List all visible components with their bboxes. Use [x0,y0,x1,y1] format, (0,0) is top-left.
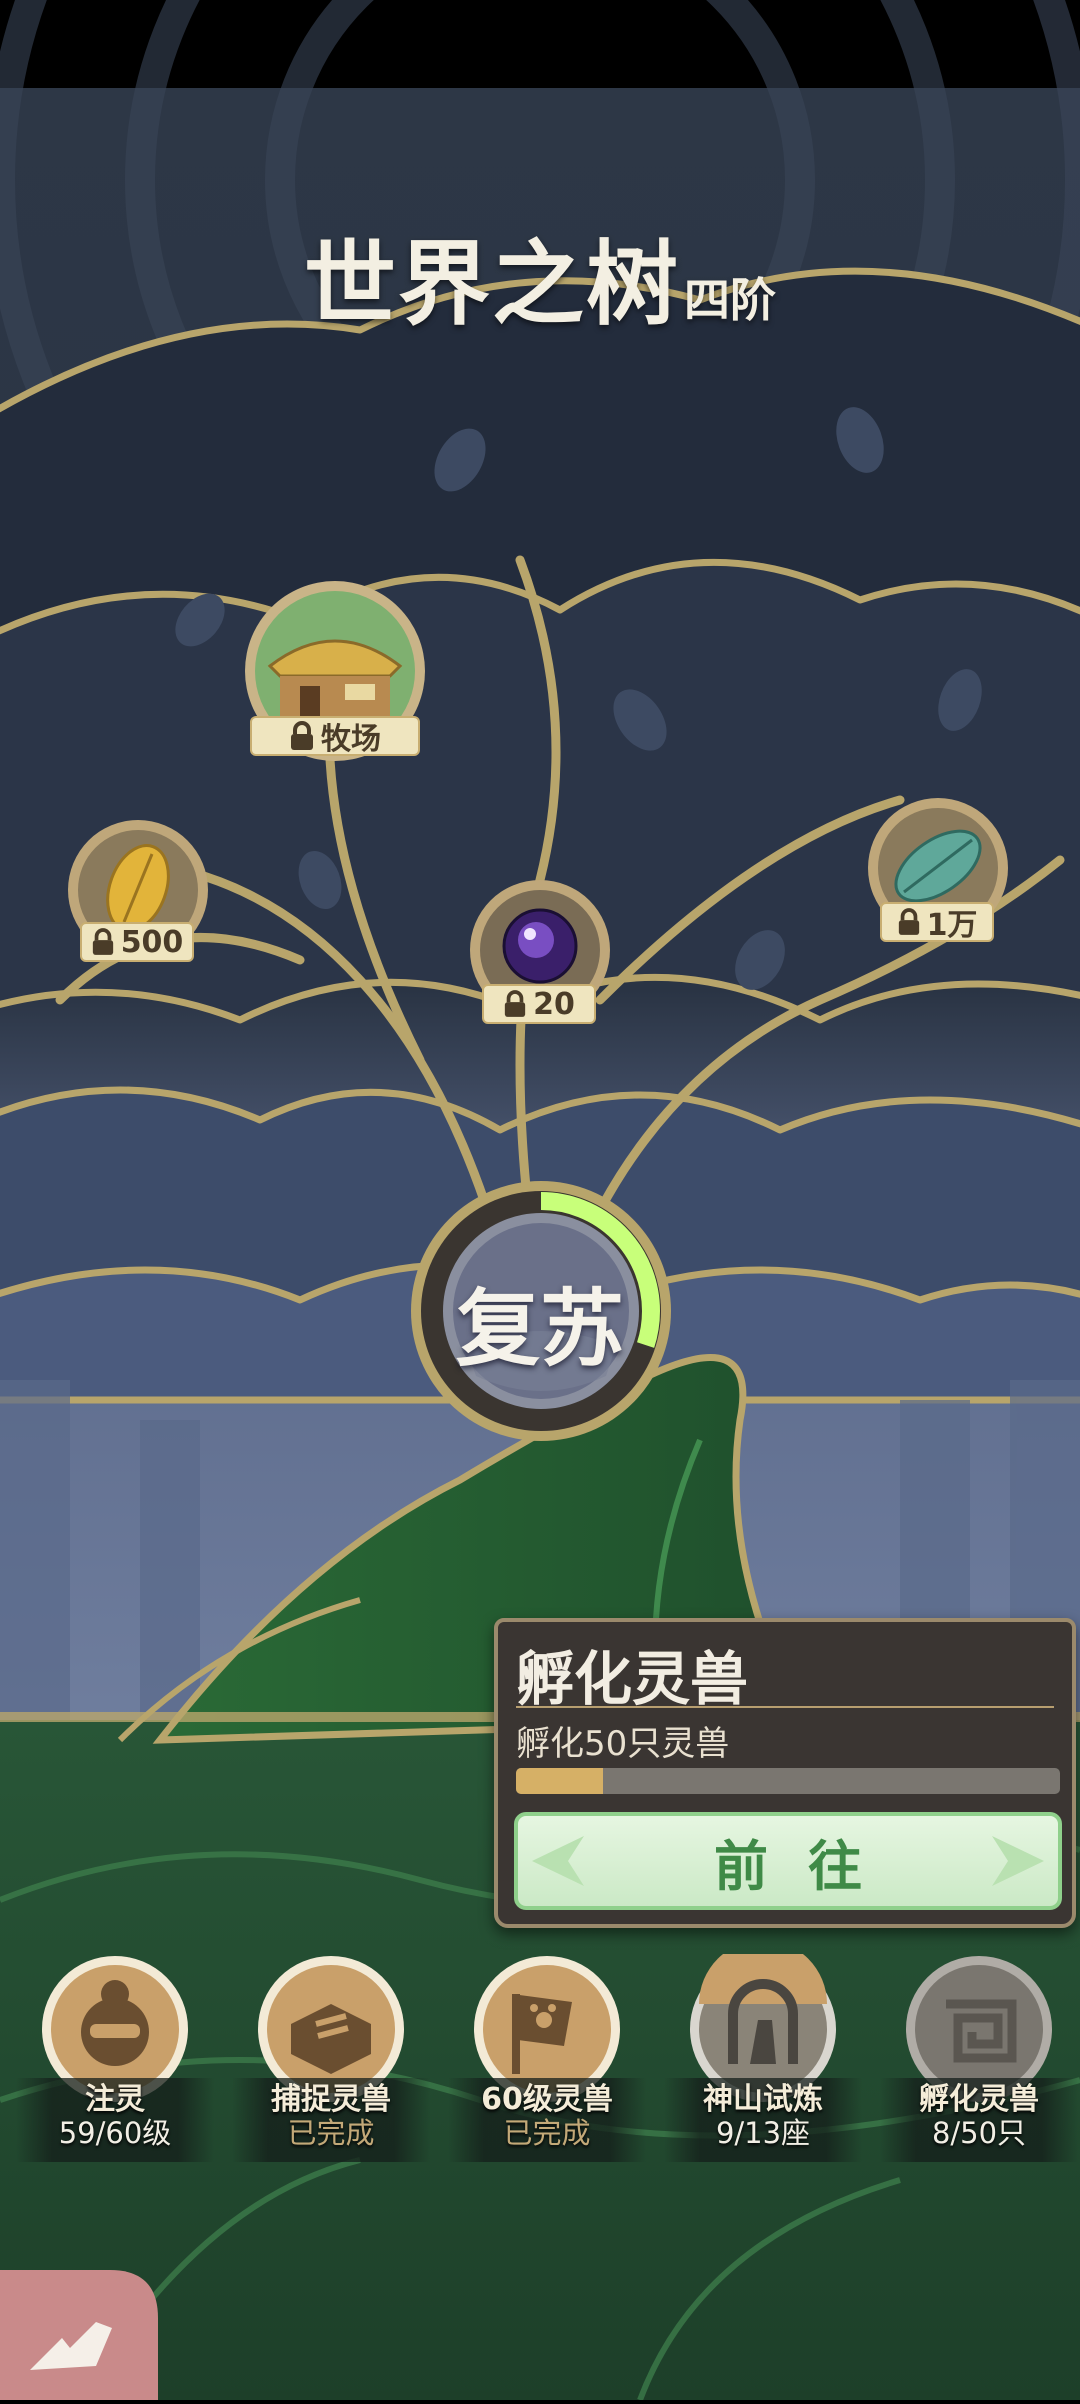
quest-title: 孵化灵兽 [516,1645,749,1713]
lock-tag-gold-leaf: 500 [80,922,194,962]
title: 世界之树四阶 [0,210,1080,343]
task-status: 9/13座 [715,2116,811,2150]
tree-node-purple-orb[interactable]: 20 [468,878,618,1028]
lock-icon [898,908,919,935]
task-status: 8/50只 [931,2116,1027,2150]
lock-label-purple-orb: 20 [533,986,575,1022]
task-status: 59/60级 [58,2116,172,2150]
tree-node-gold-leaf[interactable]: 500 [66,818,216,968]
tree-node-jade-leaf[interactable]: 1万 [866,796,1016,946]
lock-tag-pasture: 牧场 [250,716,420,757]
quest-divider [516,1706,1054,1708]
tree-node-pasture[interactable]: 牧场 [240,576,430,766]
task-level60-beast[interactable]: 60级灵兽 已完成 [448,1950,646,2162]
right-arrow-ornament-icon [992,1836,1044,1886]
lock-tag-jade-leaf: 1万 [880,902,994,943]
task-hatch-beast[interactable]: 孵化灵兽 8/50只 [880,1950,1078,2162]
task-capture-beast[interactable]: 捕捉灵兽 已完成 [232,1950,430,2162]
task-status: 已完成 [287,2116,375,2150]
lock-tag-purple-orb: 20 [482,984,596,1024]
quest-panel: 孵化灵兽 孵化50只灵兽 前往 [494,1618,1076,1928]
corner-menu-button[interactable] [0,2270,158,2400]
goto-button[interactable]: 前往 [514,1812,1062,1910]
quest-progress-fill [516,1768,604,1794]
game-scene: 世界之树四阶 牧场 500 20 1万 复苏 孵化灵兽 孵化50只灵兽 前往 注… [0,0,1080,2400]
lock-label-pasture: 牧场 [321,722,381,757]
boot-logo-icon [0,2270,158,2400]
title-main: 世界之树 [303,231,680,338]
quest-progress-bar [516,1768,1060,1794]
lock-icon [291,721,313,750]
revive-label: 复苏 [455,1280,624,1378]
title-stage: 四阶 [684,273,776,327]
lock-label-jade-leaf: 1万 [926,908,978,943]
goto-label: 前往 [714,1834,902,1898]
quest-description: 孵化50只灵兽 [516,1724,730,1764]
task-inject-spirit[interactable]: 注灵 59/60级 [16,1950,214,2162]
lock-icon [92,928,113,955]
lock-icon [504,990,526,1017]
lock-label-gold-leaf: 500 [120,924,184,960]
task-status: 已完成 [503,2116,591,2150]
task-mountain-trial[interactable]: 神山试炼 9/13座 [664,1950,862,2162]
left-arrow-ornament-icon [532,1836,584,1886]
